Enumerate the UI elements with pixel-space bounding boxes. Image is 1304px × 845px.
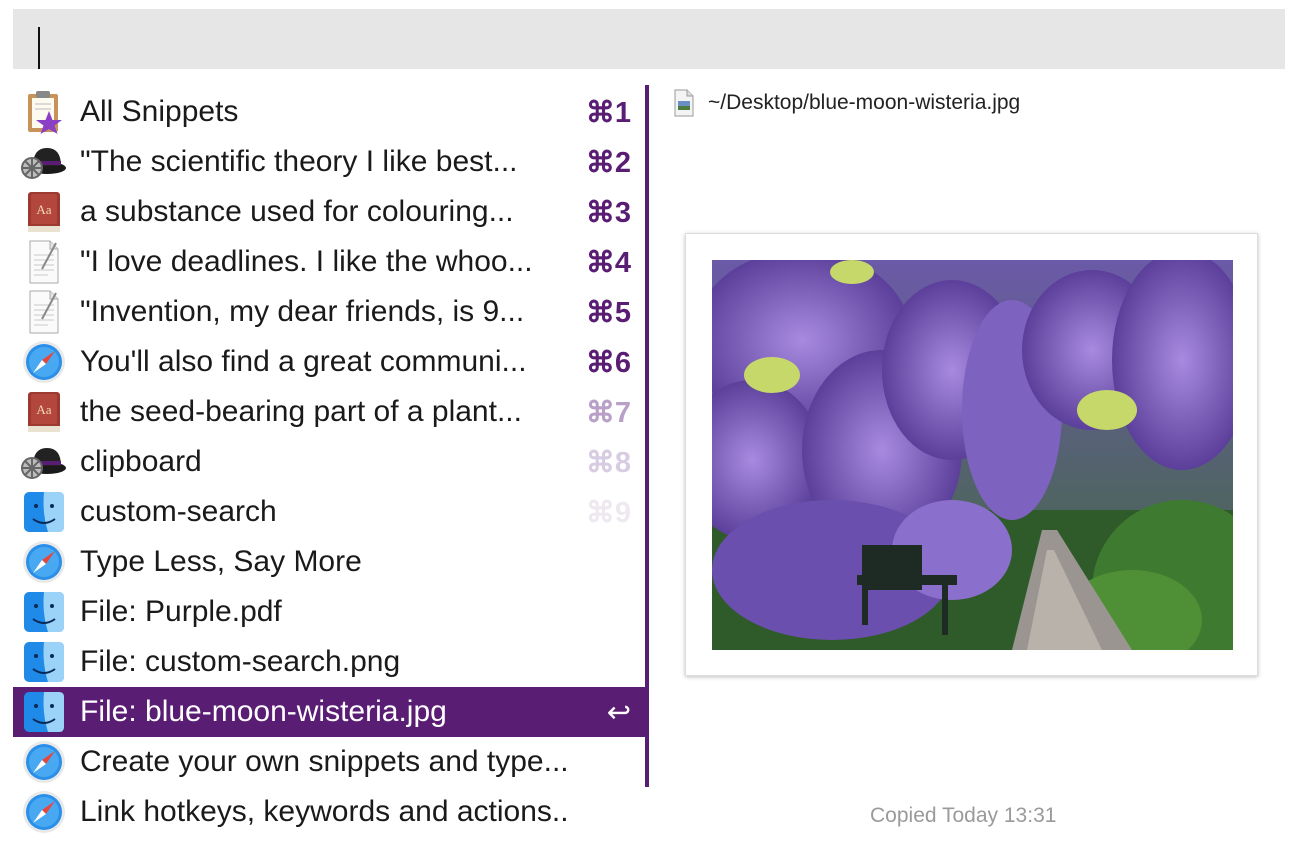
result-label: a substance used for colouring... [80, 195, 514, 228]
result-hotkey: ⌘3 [585, 196, 631, 229]
safari-compass-icon [21, 339, 67, 385]
result-hotkey: ⌘5 [585, 296, 631, 329]
result-row[interactable]: Create your own snippets and type... [13, 737, 648, 787]
copied-timestamp: Copied Today 13:31 [870, 804, 1057, 827]
return-key-hint: ↩ [606, 696, 631, 729]
result-label: clipboard [80, 445, 202, 478]
result-row[interactable]: You'll also find a great communi... ⌘6 [13, 337, 648, 387]
result-hotkey: ⌘6 [585, 346, 631, 379]
result-row[interactable]: "I love deadlines. I like the whoo... ⌘4 [13, 237, 648, 287]
result-row[interactable]: File: Purple.pdf [13, 587, 648, 637]
clipboard-star-icon [21, 89, 67, 135]
result-label: Type Less, Say More [80, 545, 362, 578]
result-row[interactable]: "The scientific theory I like best... ⌘2 [13, 137, 648, 187]
search-input[interactable] [13, 9, 1285, 69]
result-row[interactable]: Aa a substance used for colouring... ⌘3 [13, 187, 648, 237]
result-label: "Invention, my dear friends, is 9... [80, 295, 525, 328]
bowler-hat-gear-icon [21, 139, 67, 185]
finder-icon [21, 689, 67, 735]
result-label: You'll also find a great communi... [80, 345, 527, 378]
image-file-icon [674, 89, 694, 117]
result-label: the seed-bearing part of a plant... [80, 395, 522, 428]
result-row[interactable]: Type Less, Say More [13, 537, 648, 587]
result-row-selected[interactable]: File: blue-moon-wisteria.jpg ↩ [13, 687, 648, 737]
wisteria-garden-image [712, 260, 1233, 650]
safari-compass-icon [21, 789, 67, 835]
result-list: All Snippets ⌘1 "The scientific theory I l… [13, 87, 648, 837]
result-row[interactable]: "Invention, my dear friends, is 9... ⌘5 [13, 287, 648, 337]
result-hotkey: ⌘8 [585, 446, 631, 479]
svg-text:Aa: Aa [36, 402, 51, 417]
result-hotkey: ⌘9 [585, 496, 631, 529]
result-hotkey: ⌘2 [585, 146, 631, 179]
result-row[interactable]: All Snippets ⌘1 [13, 87, 648, 137]
result-label: "I love deadlines. I like the whoo... [80, 245, 533, 278]
result-hotkey: ⌘4 [585, 246, 631, 279]
file-path: ~/Desktop/blue-moon-wisteria.jpg [708, 91, 1021, 114]
finder-icon [21, 489, 67, 535]
result-label: Link hotkeys, keywords and actions... [80, 795, 571, 828]
result-row[interactable]: Link hotkeys, keywords and actions... [13, 787, 648, 837]
svg-text:Aa: Aa [36, 202, 51, 217]
result-hotkey: ⌘1 [585, 96, 631, 129]
result-hotkey: ⌘7 [585, 396, 631, 429]
image-preview-frame [685, 233, 1258, 676]
result-row[interactable]: custom-search ⌘9 [13, 487, 648, 537]
text-document-icon [21, 239, 67, 285]
finder-icon [21, 639, 67, 685]
result-row[interactable]: File: custom-search.png [13, 637, 648, 687]
result-label: All Snippets [80, 95, 239, 128]
result-row[interactable]: Aa the seed-bearing part of a plant... ⌘7 [13, 387, 648, 437]
result-label: Create your own snippets and type... [80, 745, 569, 778]
dictionary-icon: Aa [21, 389, 67, 435]
text-document-icon [21, 289, 67, 335]
result-label: File: custom-search.png [80, 645, 401, 678]
result-label: "The scientific theory I like best... [80, 145, 518, 178]
result-row[interactable]: clipboard ⌘8 [13, 437, 648, 487]
safari-compass-icon [21, 739, 67, 785]
result-label: File: blue-moon-wisteria.jpg [80, 695, 447, 728]
file-path-row: ~/Desktop/blue-moon-wisteria.jpg [672, 88, 1020, 118]
result-label: custom-search [80, 495, 277, 528]
safari-compass-icon [21, 539, 67, 585]
dictionary-icon: Aa [21, 189, 67, 235]
finder-icon [21, 589, 67, 635]
pane-divider [645, 85, 649, 787]
text-caret [38, 27, 40, 69]
bowler-hat-gear-icon [21, 439, 67, 485]
result-label: File: Purple.pdf [80, 595, 282, 628]
search-bar[interactable] [13, 9, 1285, 69]
